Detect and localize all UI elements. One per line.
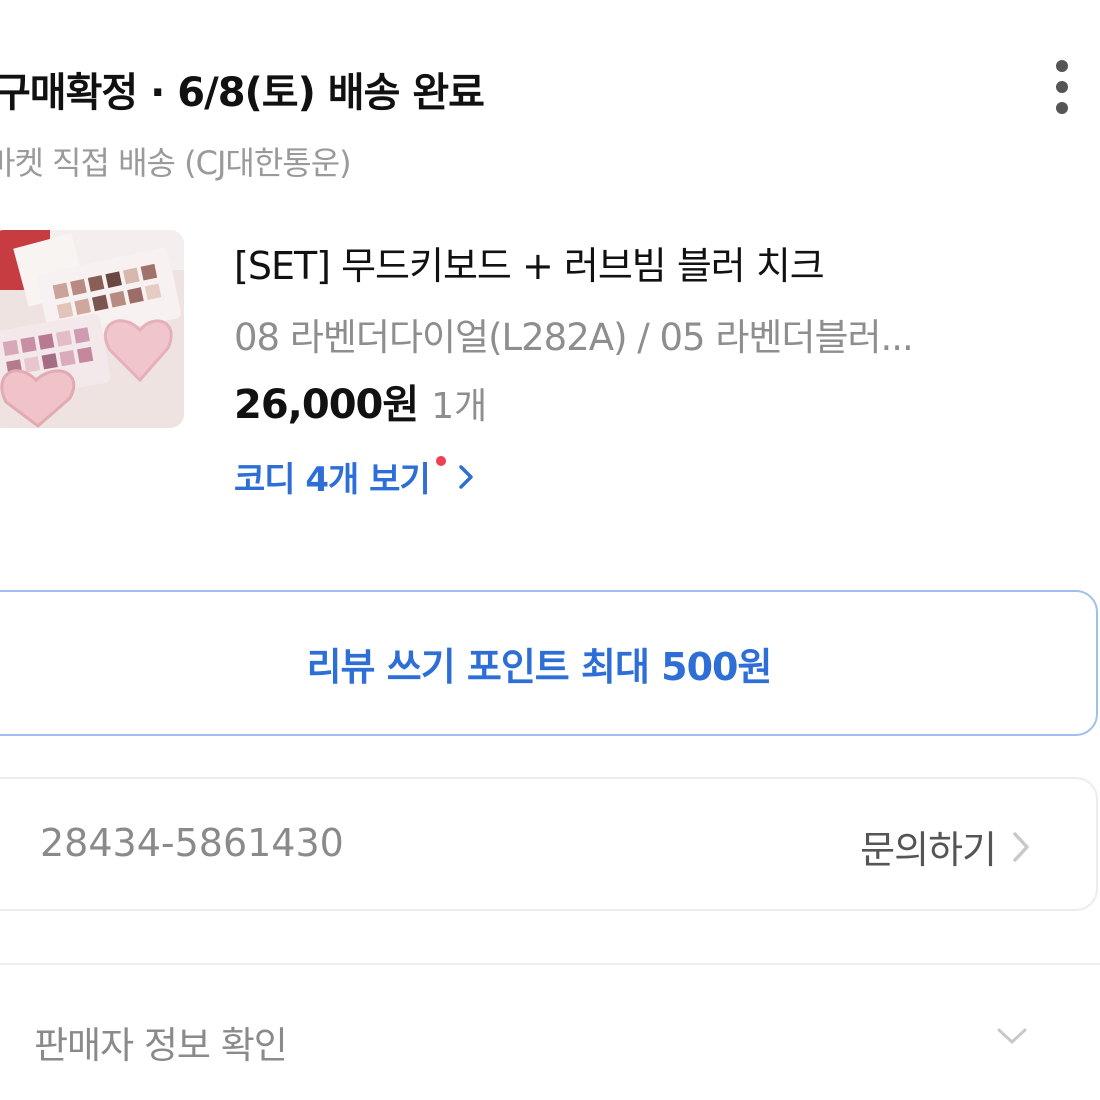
inquiry-label: 문의하기 bbox=[860, 828, 997, 872]
seller-info-toggle[interactable]: 판매자 정보 확인 bbox=[34, 1015, 288, 1069]
section-divider bbox=[0, 963, 1100, 965]
write-review-button[interactable]: 리뷰 쓰기 포인트 최대 500원 bbox=[0, 590, 1098, 736]
chevron-right-icon bbox=[1013, 831, 1029, 862]
codi-link[interactable]: 코디 4개 보기 bbox=[234, 452, 474, 501]
more-dot-icon bbox=[1056, 60, 1068, 72]
more-options-button[interactable] bbox=[1040, 58, 1084, 116]
more-dot-icon bbox=[1056, 81, 1068, 93]
review-button-label: 리뷰 쓰기 포인트 최대 500원 bbox=[306, 644, 773, 689]
product-option: 08 라벤더다이얼(L282A) / 05 라벤더블러... bbox=[234, 316, 913, 359]
product-thumbnail[interactable] bbox=[0, 230, 184, 428]
product-name[interactable]: [SET] 무드키보드 + 러브빔 블러 치크 bbox=[234, 235, 825, 290]
product-quantity: 1개 bbox=[431, 386, 488, 427]
product-photo-icon bbox=[0, 230, 184, 428]
chevron-right-icon bbox=[458, 464, 473, 489]
order-number-box: 28434-5861430 문의하기 bbox=[0, 777, 1098, 911]
inquiry-button[interactable]: 문의하기 bbox=[860, 819, 1030, 874]
chevron-down-icon[interactable] bbox=[996, 1026, 1028, 1046]
price-row: 26,000원 1개 bbox=[234, 372, 487, 430]
product-price: 26,000원 bbox=[234, 382, 419, 428]
delivery-info: 마켓 직접 배송 (CJ대한통운) bbox=[0, 144, 352, 182]
order-number: 28434-5861430 bbox=[40, 821, 344, 865]
more-dot-icon bbox=[1056, 102, 1068, 114]
notification-dot-icon bbox=[435, 455, 446, 466]
order-status-title: 구매확정 · 6/8(토) 배송 완료 bbox=[0, 70, 485, 116]
codi-link-label: 코디 4개 보기 bbox=[234, 460, 431, 500]
